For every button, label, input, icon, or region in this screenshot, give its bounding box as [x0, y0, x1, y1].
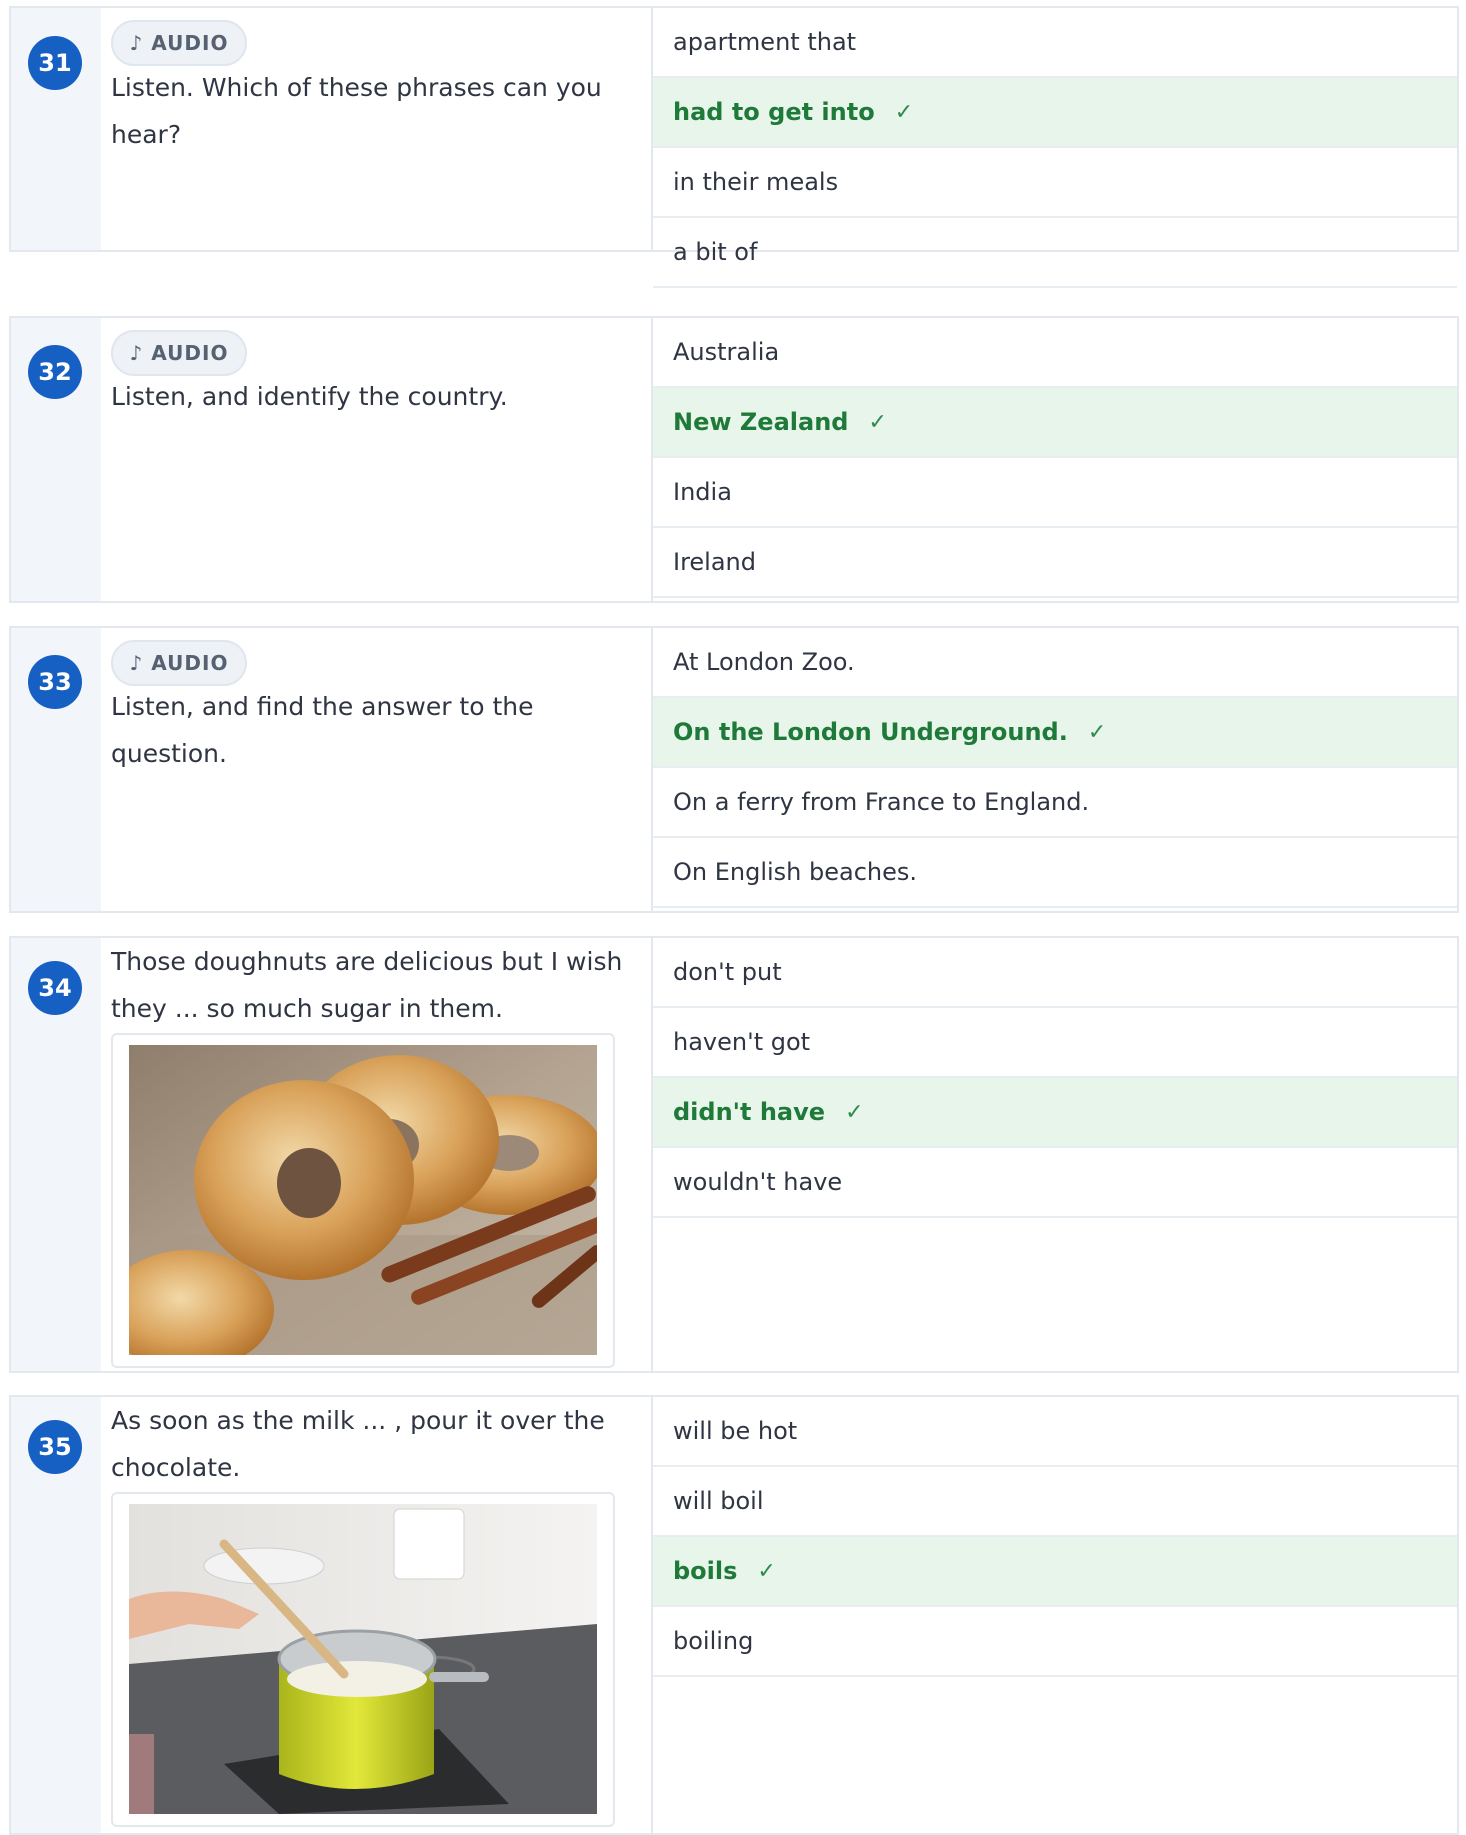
question-card-32: 32 ♪ AUDIO Listen, and identify the coun… [9, 316, 1459, 603]
answer-options: apartment that had to get into ✓ in their… [653, 8, 1457, 288]
question-text-line: hear? [111, 120, 182, 149]
answer-option-label: boils [673, 1557, 738, 1585]
question-number-column: 34 [11, 938, 103, 1371]
checkmark-icon: ✓ [1087, 719, 1107, 745]
music-note-icon: ♪ [129, 651, 144, 675]
answer-option-label: a bit of [673, 238, 758, 266]
answer-option-correct[interactable]: On the London Underground. ✓ [653, 698, 1457, 768]
answer-options: will be hot will boil boils ✓ boiling [653, 1397, 1457, 1677]
question-text-line: question. [111, 739, 227, 768]
answer-option[interactable]: apartment that [653, 8, 1457, 78]
answer-option-correct[interactable]: New Zealand ✓ [653, 388, 1457, 458]
answer-option[interactable]: On English beaches. [653, 838, 1457, 908]
question-text-line: Those doughnuts are delicious but I wish [111, 947, 623, 976]
answer-option-label: don't put [673, 958, 782, 986]
answer-option[interactable]: don't put [653, 938, 1457, 1008]
question-text: Listen, and identify the country. [111, 373, 641, 420]
answer-option-label: Ireland [673, 548, 757, 576]
answer-option[interactable]: wouldn't have [653, 1148, 1457, 1218]
question-number-badge: 31 [28, 36, 82, 90]
answer-option[interactable]: a bit of [653, 218, 1457, 288]
answer-option-label: On English beaches. [673, 858, 918, 886]
audio-label: AUDIO [151, 651, 229, 675]
answer-option-label: India [673, 478, 732, 506]
answer-option[interactable]: On a ferry from France to England. [653, 768, 1457, 838]
answer-options: don't put haven't got didn't have ✓ would… [653, 938, 1457, 1218]
checkmark-icon: ✓ [868, 409, 887, 435]
question-card-33: 33 ♪ AUDIO Listen, and find the answer t… [9, 626, 1459, 913]
question-text: Those doughnuts are delicious but I wish… [111, 938, 641, 1032]
question-card-34: 34 Those doughnuts are delicious but I w… [9, 936, 1459, 1373]
music-note-icon: ♪ [129, 341, 144, 365]
answer-option[interactable]: Ireland [653, 528, 1457, 598]
answer-option[interactable]: At London Zoo. [653, 628, 1457, 698]
question-number-column: 33 [11, 628, 103, 911]
answer-option[interactable]: will boil [653, 1467, 1457, 1537]
checkmark-icon: ✓ [894, 99, 914, 125]
answer-option-label: At London Zoo. [673, 648, 855, 676]
audio-label: AUDIO [151, 31, 229, 55]
question-prompt-column: ♪ AUDIO Listen, and identify the country… [101, 318, 653, 601]
answer-option-label: boiling [673, 1627, 754, 1655]
question-image [111, 1492, 615, 1827]
answer-option-correct[interactable]: boils ✓ [653, 1537, 1457, 1607]
answer-option-label: Australia [673, 338, 780, 366]
audio-label: AUDIO [151, 341, 229, 365]
answer-options: At London Zoo. On the London Underground… [653, 628, 1457, 908]
doughnuts-photo [129, 1045, 597, 1355]
answer-option-label: wouldn't have [673, 1168, 843, 1196]
answer-option-label: haven't got [673, 1028, 811, 1056]
checkmark-icon: ✓ [845, 1099, 864, 1125]
question-number-badge: 34 [28, 961, 82, 1015]
answer-option[interactable]: in their meals [653, 148, 1457, 218]
answer-option-label: in their meals [673, 168, 839, 196]
answer-option[interactable]: India [653, 458, 1457, 528]
question-prompt-column: ♪ AUDIO Listen. Which of these phrases c… [101, 8, 653, 250]
question-text-line: they ... so much sugar in them. [111, 994, 503, 1023]
checkmark-icon: ✓ [757, 1558, 776, 1584]
question-number-column: 31 [11, 8, 103, 250]
question-prompt-column: Those doughnuts are delicious but I wish… [101, 938, 653, 1371]
answer-options: Australia New Zealand ✓ India Ireland [653, 318, 1457, 598]
answer-option-label: will boil [673, 1487, 764, 1515]
question-text: Listen. Which of these phrases can you h… [111, 64, 641, 158]
milk-pot-photo [129, 1504, 597, 1814]
answer-option-correct[interactable]: didn't have ✓ [653, 1078, 1457, 1148]
answer-option-label: will be hot [673, 1417, 798, 1445]
audio-play-button[interactable]: ♪ AUDIO [111, 640, 247, 686]
question-text: Listen, and find the answer to the quest… [111, 683, 641, 777]
answer-option-correct[interactable]: had to get into ✓ [653, 78, 1457, 148]
answer-option-label: had to get into [673, 98, 875, 126]
answer-option-label: On a ferry from France to England. [673, 788, 1090, 816]
question-number-badge: 32 [28, 345, 82, 399]
answer-option[interactable]: boiling [653, 1607, 1457, 1677]
answer-option-label: On the London Underground. [673, 718, 1068, 746]
question-text-line: As soon as the milk ... , pour it over t… [111, 1406, 605, 1435]
question-text: As soon as the milk ... , pour it over t… [111, 1397, 641, 1491]
audio-play-button[interactable]: ♪ AUDIO [111, 20, 247, 66]
question-text-line: Listen, and identify the country. [111, 382, 508, 411]
question-card-31: 31 ♪ AUDIO Listen. Which of these phrase… [9, 6, 1459, 288]
question-number-column: 32 [11, 318, 103, 601]
question-number-badge: 35 [28, 1420, 82, 1474]
answer-option[interactable]: will be hot [653, 1397, 1457, 1467]
question-text-line: Listen. Which of these phrases can you [111, 73, 602, 102]
audio-play-button[interactable]: ♪ AUDIO [111, 330, 247, 376]
question-card-35: 35 As soon as the milk ... , pour it ove… [9, 1395, 1459, 1835]
music-note-icon: ♪ [129, 31, 144, 55]
question-text-line: chocolate. [111, 1453, 241, 1482]
question-text-line: Listen, and find the answer to the [111, 692, 534, 721]
answer-option[interactable]: Australia [653, 318, 1457, 388]
answer-option-label: didn't have [673, 1098, 826, 1126]
answer-option[interactable]: haven't got [653, 1008, 1457, 1078]
question-prompt-column: As soon as the milk ... , pour it over t… [101, 1397, 653, 1833]
question-number-column: 35 [11, 1397, 103, 1833]
question-number-badge: 33 [28, 655, 82, 709]
answer-option-label: New Zealand [673, 408, 849, 436]
answer-option-label: apartment that [673, 28, 857, 56]
question-image [111, 1033, 615, 1368]
question-prompt-column: ♪ AUDIO Listen, and find the answer to t… [101, 628, 653, 911]
